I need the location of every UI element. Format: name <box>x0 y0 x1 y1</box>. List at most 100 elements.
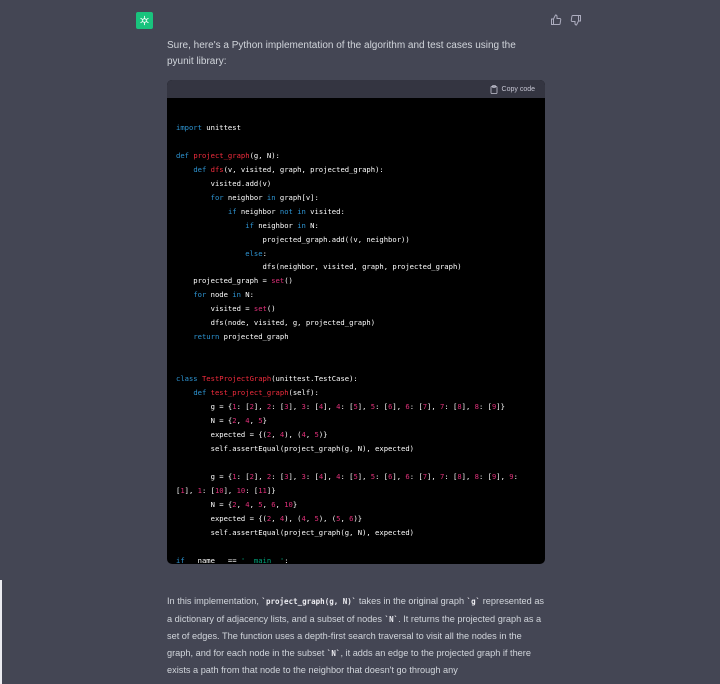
copy-code-button[interactable]: Copy code <box>490 84 535 94</box>
code-token: ], <box>253 471 267 481</box>
code-line: [1], 1: [10], 10: [11]} <box>176 486 276 495</box>
code-token: neighbor <box>253 220 298 230</box>
code-token: ], <box>461 402 475 412</box>
code-token: return <box>193 332 220 342</box>
code-token: : [ <box>245 485 259 495</box>
code-token: def <box>176 150 189 160</box>
code-token: : [ <box>271 402 285 412</box>
code-line: dfs(neighbor, visited, graph, projected_… <box>176 262 462 271</box>
code-token: if <box>176 555 185 565</box>
code-token: for <box>210 192 224 202</box>
code-token: (g, N): <box>249 150 280 160</box>
code-line: if __name__ == '__main__': <box>176 556 289 565</box>
assistant-avatar <box>136 12 153 29</box>
assistant-intro-text: Sure, here's a Python implementation of … <box>167 40 516 67</box>
code-token: : [ <box>305 402 319 412</box>
code-token: g = { <box>176 471 233 481</box>
code-line: self.assertEqual(project_graph(g, N), ex… <box>176 444 414 453</box>
code-token: : [ <box>201 485 215 495</box>
code-token: , <box>340 513 350 523</box>
code-token: dfs(node, visited, g, projected_graph) <box>176 318 376 328</box>
code-token: neighbor <box>223 192 267 202</box>
code-token: ], <box>357 471 371 481</box>
code-token: , <box>236 415 246 425</box>
code-line: return projected_graph <box>176 332 288 342</box>
inline-code-g: `g` <box>466 597 481 606</box>
code-token: test_project_graph <box>210 388 289 398</box>
code-token: if <box>245 220 254 230</box>
code-line: self.assertEqual(project_graph(g, N), ex… <box>176 528 414 537</box>
code-token: ), ( <box>284 429 302 439</box>
code-token: , <box>271 429 280 439</box>
thumbs-down-icon[interactable] <box>570 13 582 26</box>
code-token: projected_graph = <box>176 276 272 286</box>
code-token: ], <box>323 471 337 481</box>
code-token: graph[v]: <box>275 192 319 202</box>
code-token: : [ <box>375 471 389 481</box>
code-token: ], <box>427 402 441 412</box>
inline-code-n: `N` <box>384 614 399 624</box>
code-token: N: <box>240 290 254 300</box>
code-token: 10 <box>236 485 246 495</box>
thumbs-up-icon[interactable] <box>550 13 562 25</box>
code-token: '__main__' <box>240 555 285 565</box>
code-token: dfs(neighbor, visited, graph, projected_… <box>176 262 462 272</box>
code-token: : [ <box>236 402 250 412</box>
code-token: : <box>513 471 518 481</box>
code-token: self.assertEqual(project_graph(g, N), ex… <box>176 527 414 537</box>
code-token: , <box>271 513 280 523</box>
code-token: ], <box>392 471 406 481</box>
code-token: )} <box>318 429 328 439</box>
code-line: dfs(node, visited, g, projected_graph) <box>176 318 375 327</box>
code-content[interactable]: import unittest def project_graph(g, N):… <box>167 98 545 564</box>
code-token: ], <box>288 471 302 481</box>
code-token: expected = {( <box>176 429 267 439</box>
code-line: visited.add(v) <box>176 178 272 188</box>
code-line: g = {1: [2], 2: [3], 3: [4], 4: [5], 5: … <box>176 472 518 481</box>
code-token: ]} <box>496 402 505 412</box>
code-token: ], <box>223 485 237 495</box>
code-token: projected_graph.add((v, neighbor)) <box>176 234 410 244</box>
code-token: } <box>292 499 298 509</box>
code-line: def test_project_graph(self): <box>176 388 319 397</box>
code-token: ], <box>392 402 406 412</box>
code-token: ], <box>184 485 198 495</box>
code-block: Copy code import unittest def project_gr… <box>167 80 545 564</box>
code-token: ], <box>461 471 475 481</box>
code-line: N = {2, 4, 5} <box>176 416 267 425</box>
code-token: 11 <box>258 485 267 495</box>
inline-code-project-graph: `project_graph(g, N)` <box>261 597 357 606</box>
code-token: 10 <box>284 499 293 509</box>
code-token: (v, visited, graph, projected_graph): <box>223 164 384 174</box>
code-token: neighbor <box>236 206 280 216</box>
code-token: visited.add(v) <box>176 178 272 188</box>
code-token: , <box>249 415 259 425</box>
code-token: in <box>297 220 306 230</box>
code-line: for node in N: <box>176 290 254 299</box>
code-token: import <box>176 122 202 132</box>
inline-code-n-2: `N` <box>326 648 341 658</box>
code-line: if neighbor in N: <box>176 221 319 230</box>
code-token: ], <box>323 402 337 412</box>
code-token: : [ <box>444 471 458 481</box>
code-line: for neighbor in graph[v]: <box>176 193 319 202</box>
code-token: expected = {( <box>176 513 267 523</box>
openai-logo-icon <box>140 15 149 26</box>
code-token: for <box>193 290 207 300</box>
code-token: N = { <box>176 499 233 509</box>
code-token: () <box>266 304 276 314</box>
code-token: def <box>193 164 207 174</box>
feedback-buttons <box>550 13 582 26</box>
code-line: projected_graph = set() <box>176 276 293 285</box>
code-token: if <box>227 206 237 216</box>
code-token: visited: <box>305 206 345 216</box>
code-token: 10 <box>214 485 224 495</box>
code-token: N: <box>305 220 319 230</box>
code-token: ], <box>357 402 371 412</box>
code-line: visited = set() <box>176 304 276 313</box>
code-token: in <box>297 206 306 216</box>
code-token: ], <box>253 402 267 412</box>
code-token: : [ <box>340 402 354 412</box>
